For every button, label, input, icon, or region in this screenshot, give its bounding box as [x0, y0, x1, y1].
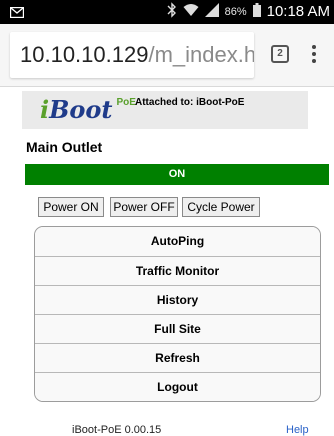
page-header: i Boot PoE Attached to: iBoot-PoE	[22, 91, 308, 129]
status-bar: 86% 10:18 AM	[0, 0, 334, 24]
nav-menu: AutoPing Traffic Monitor History Full Si…	[34, 226, 321, 402]
url-field[interactable]: 10.10.10.129/m_index.htm	[10, 32, 254, 78]
tab-switcher-button[interactable]: 2	[271, 45, 289, 63]
logo-i: i	[40, 95, 50, 124]
cycle-power-button[interactable]: Cycle Power	[182, 197, 260, 217]
version-label: iBoot-PoE 0.00.15	[72, 424, 162, 436]
menu-item-traffic-monitor[interactable]: Traffic Monitor	[35, 256, 320, 285]
wifi-icon	[183, 3, 199, 20]
menu-item-full-site[interactable]: Full Site	[35, 314, 320, 343]
menu-item-logout[interactable]: Logout	[35, 372, 320, 401]
menu-item-refresh[interactable]: Refresh	[35, 343, 320, 372]
email-icon	[9, 5, 25, 23]
overflow-menu-icon[interactable]	[309, 42, 319, 66]
menu-item-history[interactable]: History	[35, 285, 320, 314]
bluetooth-icon	[167, 2, 177, 21]
logo-poe: PoE	[116, 97, 136, 108]
attached-label: Attached to: iBoot-PoE	[135, 97, 245, 108]
battery-level: 86%	[224, 5, 247, 18]
clock: 10:18 AM	[266, 3, 330, 20]
help-link[interactable]: Help	[286, 424, 309, 436]
browser-toolbar: 10.10.10.129/m_index.htm 2	[0, 24, 334, 87]
iboot-logo: i Boot PoE	[40, 95, 136, 124]
url-path: /m_index.htm	[148, 42, 254, 67]
power-on-button[interactable]: Power ON	[38, 197, 104, 217]
signal-icon	[204, 3, 219, 20]
logo-boot: Boot	[49, 95, 113, 124]
url-host: 10.10.10.129	[20, 42, 149, 67]
battery-icon	[252, 3, 261, 20]
power-off-button[interactable]: Power OFF	[110, 197, 178, 217]
menu-item-autoping[interactable]: AutoPing	[35, 227, 320, 256]
outlet-title: Main Outlet	[26, 139, 103, 155]
status-badge: ON	[25, 164, 329, 185]
